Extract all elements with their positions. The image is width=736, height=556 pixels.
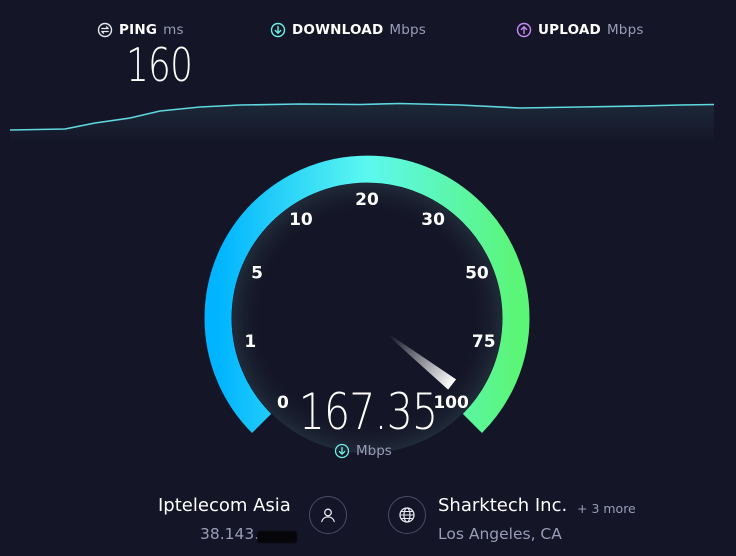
user-icon bbox=[321, 508, 335, 523]
server-name[interactable]: Sharktech Inc. bbox=[438, 495, 567, 516]
gauge-tick-label: 20 bbox=[355, 190, 379, 210]
ip-redaction bbox=[257, 531, 297, 543]
isp-name: Iptelecom Asia bbox=[158, 495, 291, 516]
isp-ip: 38.143. bbox=[200, 525, 260, 543]
server-more-link[interactable]: + 3 more bbox=[577, 501, 636, 516]
speed-unit-row: Mbps bbox=[334, 443, 392, 459]
gauge-tick-label: 5 bbox=[251, 264, 263, 284]
gauge-tick-label: 1 bbox=[244, 332, 256, 352]
speed-unit: Mbps bbox=[356, 443, 392, 459]
download-small-icon bbox=[334, 443, 350, 459]
gauge-tick-label: 30 bbox=[421, 210, 445, 230]
change-isp-button[interactable] bbox=[309, 496, 347, 534]
speed-value: 167.35 bbox=[298, 383, 438, 441]
gauge-tick-label: 50 bbox=[465, 264, 489, 284]
gauge-tick-label: 75 bbox=[472, 332, 496, 352]
server-location: Los Angeles, CA bbox=[438, 525, 562, 543]
globe-icon bbox=[399, 507, 415, 523]
gauge-tick-label: 10 bbox=[289, 210, 313, 230]
change-server-button[interactable] bbox=[388, 496, 426, 534]
